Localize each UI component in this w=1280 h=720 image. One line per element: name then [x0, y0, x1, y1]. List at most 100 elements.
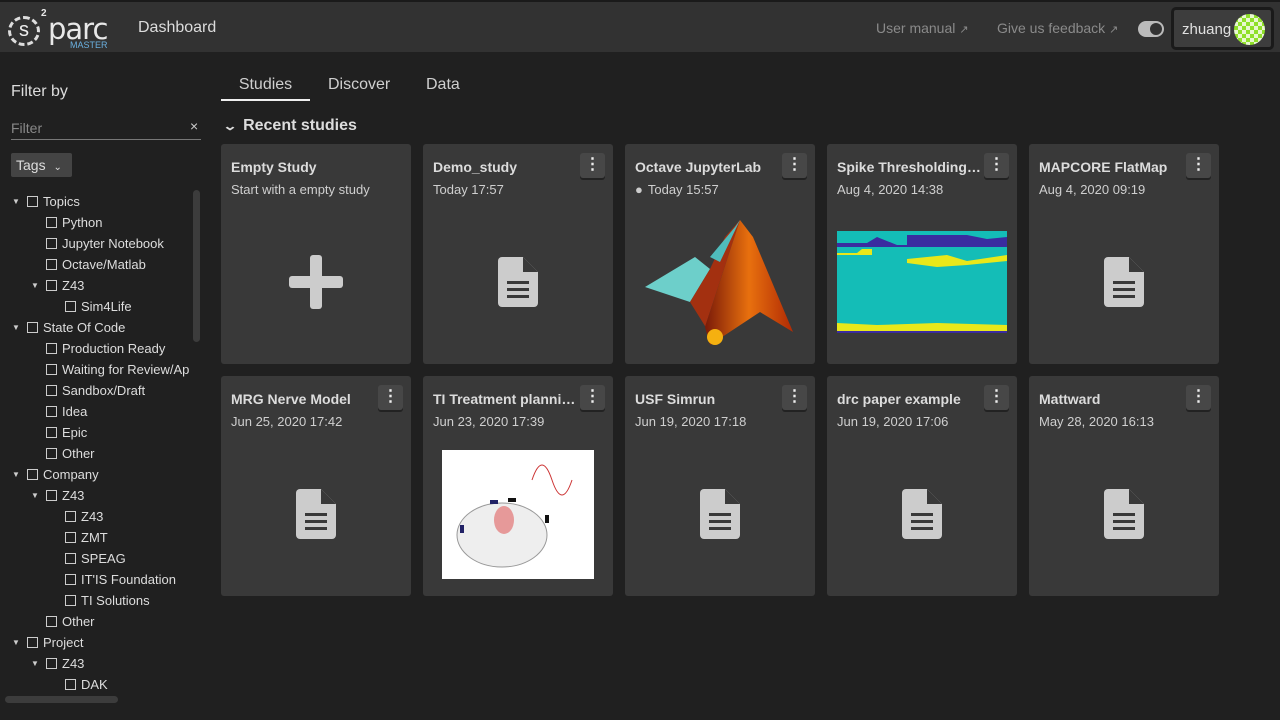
osparc-logo[interactable]: s 2 parc MASTER — [8, 8, 108, 52]
study-card[interactable]: USF Simrun Jun 19, 2020 17:18 ⋮ — [625, 376, 815, 596]
external-link-icon: ↗ — [1109, 24, 1119, 36]
more-options-button[interactable]: ⋮ — [984, 385, 1009, 410]
caret-down-icon[interactable]: ▼ — [31, 485, 39, 506]
tree-horizontal-scrollbar[interactable] — [5, 696, 118, 703]
tag-checkbox[interactable] — [65, 532, 76, 543]
caret-down-icon[interactable]: ▼ — [12, 317, 20, 338]
tag-checkbox[interactable] — [65, 301, 76, 312]
tree-item[interactable]: IT'IS Foundation — [65, 569, 176, 590]
clear-filter-icon[interactable]: × — [190, 118, 198, 134]
tag-checkbox[interactable] — [46, 364, 57, 375]
tree-item[interactable]: Jupyter Notebook — [46, 233, 164, 254]
study-thumbnail — [625, 432, 815, 596]
study-card[interactable]: Mattward May 28, 2020 16:13 ⋮ — [1029, 376, 1219, 596]
tag-checkbox[interactable] — [46, 448, 57, 459]
study-card[interactable]: Empty Study Start with a empty study — [221, 144, 411, 364]
feedback-link[interactable]: Give us feedback ↗ — [997, 20, 1118, 36]
more-options-button[interactable]: ⋮ — [984, 153, 1009, 178]
tab-studies[interactable]: Studies — [221, 70, 310, 101]
tree-item[interactable]: Production Ready — [46, 338, 165, 359]
tag-checkbox[interactable] — [46, 217, 57, 228]
theme-toggle[interactable] — [1138, 21, 1164, 37]
tree-item[interactable]: TI Solutions — [65, 590, 150, 611]
tag-checkbox[interactable] — [65, 679, 76, 690]
tree-item[interactable]: Z43 — [65, 506, 103, 527]
tags-dropdown-button[interactable]: Tags ⌄ — [11, 153, 72, 177]
more-options-button[interactable]: ⋮ — [782, 153, 807, 178]
tree-item[interactable]: Octave/Matlab — [46, 254, 146, 275]
tag-checkbox[interactable] — [46, 490, 57, 501]
filter-input[interactable] — [11, 116, 201, 140]
tree-item[interactable]: ▼ Project — [12, 632, 83, 653]
caret-down-icon[interactable]: ▼ — [12, 191, 20, 212]
tree-item[interactable]: ZMT — [65, 527, 108, 548]
tag-checkbox[interactable] — [46, 385, 57, 396]
tag-checkbox[interactable] — [46, 406, 57, 417]
caret-down-icon[interactable]: ▼ — [31, 275, 39, 296]
tree-item[interactable]: ▼ Topics — [12, 191, 80, 212]
study-card[interactable]: Octave JupyterLab ● Today 15:57 ⋮ — [625, 144, 815, 364]
tree-item[interactable]: Other — [46, 611, 95, 632]
study-date: Today 17:57 — [433, 182, 504, 197]
file-icon — [700, 489, 740, 539]
user-menu-button[interactable]: zhuang — [1171, 7, 1274, 50]
caret-down-icon[interactable]: ▼ — [12, 464, 20, 485]
caret-down-icon[interactable]: ▼ — [31, 653, 39, 674]
tree-item[interactable]: ▼ State Of Code — [12, 317, 126, 338]
tag-checkbox[interactable] — [46, 259, 57, 270]
recent-studies-header[interactable]: ⌄ Recent studies — [222, 117, 357, 135]
study-card[interactable]: MAPCORE FlatMap Aug 4, 2020 09:19 ⋮ — [1029, 144, 1219, 364]
tree-item[interactable]: Idea — [46, 401, 87, 422]
tag-checkbox[interactable] — [27, 637, 38, 648]
study-card[interactable]: Spike Thresholding Tutorial Aug 4, 2020 1… — [827, 144, 1017, 364]
more-vertical-icon: ⋮ — [1190, 388, 1207, 405]
tree-item[interactable]: DAK — [65, 674, 108, 695]
tag-checkbox[interactable] — [46, 427, 57, 438]
more-options-button[interactable]: ⋮ — [1186, 385, 1211, 410]
tag-checkbox[interactable] — [46, 343, 57, 354]
section-title: Recent studies — [243, 117, 357, 134]
tag-checkbox[interactable] — [46, 658, 57, 669]
tree-item[interactable]: SPEAG — [65, 548, 126, 569]
tab-discover[interactable]: Discover — [328, 70, 390, 101]
study-card[interactable]: Demo_study Today 17:57 ⋮ — [423, 144, 613, 364]
tree-item[interactable]: Other — [46, 443, 95, 464]
tag-checkbox[interactable] — [65, 574, 76, 585]
tag-checkbox[interactable] — [65, 511, 76, 522]
tag-checkbox[interactable] — [27, 322, 38, 333]
avatar — [1234, 14, 1265, 45]
study-subtitle: Jun 19, 2020 17:06 — [837, 414, 949, 429]
tag-checkbox[interactable] — [27, 469, 38, 480]
study-card[interactable]: TI Treatment planning Jun 23, 2020 17:39 ⋮ — [423, 376, 613, 596]
tree-item-label: SPEAG — [81, 551, 126, 566]
tree-item[interactable]: Sandbox/Draft — [46, 380, 145, 401]
tree-item[interactable]: Epic — [46, 422, 87, 443]
tag-checkbox[interactable] — [46, 616, 57, 627]
tree-item[interactable]: Waiting for Review/Ap — [46, 359, 189, 380]
tree-item-label: State Of Code — [43, 320, 126, 335]
study-card[interactable]: MRG Nerve Model Jun 25, 2020 17:42 ⋮ — [221, 376, 411, 596]
tree-item[interactable]: Python — [46, 212, 102, 233]
tree-item[interactable]: ▼ Z43 — [31, 485, 84, 506]
tree-vertical-scrollbar[interactable] — [193, 190, 200, 342]
spike-map-image — [837, 231, 1007, 333]
caret-down-icon[interactable]: ▼ — [12, 632, 20, 653]
study-card[interactable]: drc paper example Jun 19, 2020 17:06 ⋮ — [827, 376, 1017, 596]
more-options-button[interactable]: ⋮ — [378, 385, 403, 410]
tree-item[interactable]: ▼ Z43 — [31, 653, 84, 674]
tag-checkbox[interactable] — [27, 196, 38, 207]
tag-checkbox[interactable] — [65, 595, 76, 606]
user-manual-link[interactable]: User manual ↗ — [876, 20, 969, 36]
tag-checkbox[interactable] — [46, 280, 57, 291]
more-options-button[interactable]: ⋮ — [580, 385, 605, 410]
tree-item[interactable]: ▼ Z43 — [31, 275, 84, 296]
tree-item[interactable]: Sim4Life — [65, 296, 132, 317]
tab-data[interactable]: Data — [426, 70, 460, 101]
more-options-button[interactable]: ⋮ — [782, 385, 807, 410]
tag-checkbox[interactable] — [46, 238, 57, 249]
tag-checkbox[interactable] — [65, 553, 76, 564]
tree-item[interactable]: ▼ Company — [12, 464, 99, 485]
more-options-button[interactable]: ⋮ — [1186, 153, 1211, 178]
more-options-button[interactable]: ⋮ — [580, 153, 605, 178]
study-subtitle: Today 17:57 — [433, 182, 504, 197]
